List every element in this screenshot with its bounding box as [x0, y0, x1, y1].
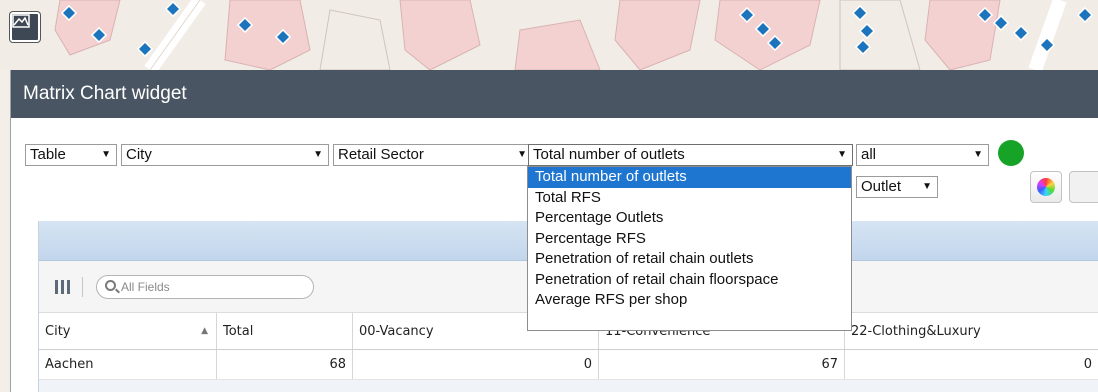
status-indicator — [998, 140, 1024, 166]
column-header-city[interactable]: City ▲ — [39, 313, 217, 349]
map-background — [0, 0, 1098, 70]
export-button[interactable] — [1069, 171, 1098, 203]
cell-total: 68 — [217, 350, 353, 379]
rows-dimension-select[interactable]: City ▼ — [121, 144, 329, 166]
measure-select[interactable]: Total number of outlets ▼ — [528, 144, 853, 166]
option-total-outlets[interactable]: Total number of outlets — [528, 167, 851, 188]
dropdown-arrow-icon: ▼ — [517, 149, 527, 160]
measure-dropdown-list: Total number of outlets Total RFS Percen… — [527, 166, 852, 331]
view-type-select[interactable]: Table ▼ — [25, 144, 117, 166]
option-percentage-outlets[interactable]: Percentage Outlets — [528, 208, 851, 229]
dropdown-arrow-icon: ▼ — [837, 149, 847, 160]
grid-search-input[interactable]: All Fields — [96, 275, 314, 299]
table-row[interactable]: Aachen 68 0 67 0 — [39, 350, 1098, 380]
table-row[interactable] — [39, 380, 1098, 392]
dropdown-arrow-icon: ▼ — [313, 149, 323, 160]
filter-select[interactable]: all ▼ — [856, 144, 989, 166]
toolbar-divider — [82, 277, 83, 297]
layers-icon — [12, 14, 30, 28]
option-penetration-chain-floorspace[interactable]: Penetration of retail chain floorspace — [528, 270, 851, 291]
unit-select[interactable]: Outlet ▼ — [856, 176, 938, 198]
columns-icon[interactable] — [55, 280, 71, 294]
column-header-total[interactable]: Total — [217, 313, 353, 349]
cell-vacancy: 0 — [353, 350, 599, 379]
option-total-rfs[interactable]: Total RFS — [528, 188, 851, 209]
color-picker-button[interactable] — [1030, 171, 1062, 203]
cell-city: Aachen — [39, 350, 217, 379]
map-layers-button[interactable] — [10, 12, 40, 42]
columns-dimension-select[interactable]: Retail Sector ▼ — [333, 144, 533, 166]
search-icon — [105, 280, 116, 291]
cell-clothing-luxury: 0 — [845, 350, 1098, 379]
cell-convenience: 67 — [599, 350, 845, 379]
option-average-rfs[interactable]: Average RFS per shop — [528, 290, 851, 311]
widget-title: Matrix Chart widget — [11, 70, 1098, 118]
map-canvas — [54, 0, 1094, 70]
option-percentage-rfs[interactable]: Percentage RFS — [528, 229, 851, 250]
dropdown-arrow-icon: ▼ — [101, 149, 111, 160]
sort-ascending-icon: ▲ — [201, 326, 208, 336]
column-header-clothing-luxury[interactable]: 22-Clothing&Luxury — [845, 313, 1098, 349]
color-wheel-icon — [1037, 178, 1055, 196]
option-penetration-chain-outlets[interactable]: Penetration of retail chain outlets — [528, 249, 851, 270]
dropdown-arrow-icon: ▼ — [922, 181, 932, 192]
dropdown-arrow-icon: ▼ — [973, 149, 983, 160]
